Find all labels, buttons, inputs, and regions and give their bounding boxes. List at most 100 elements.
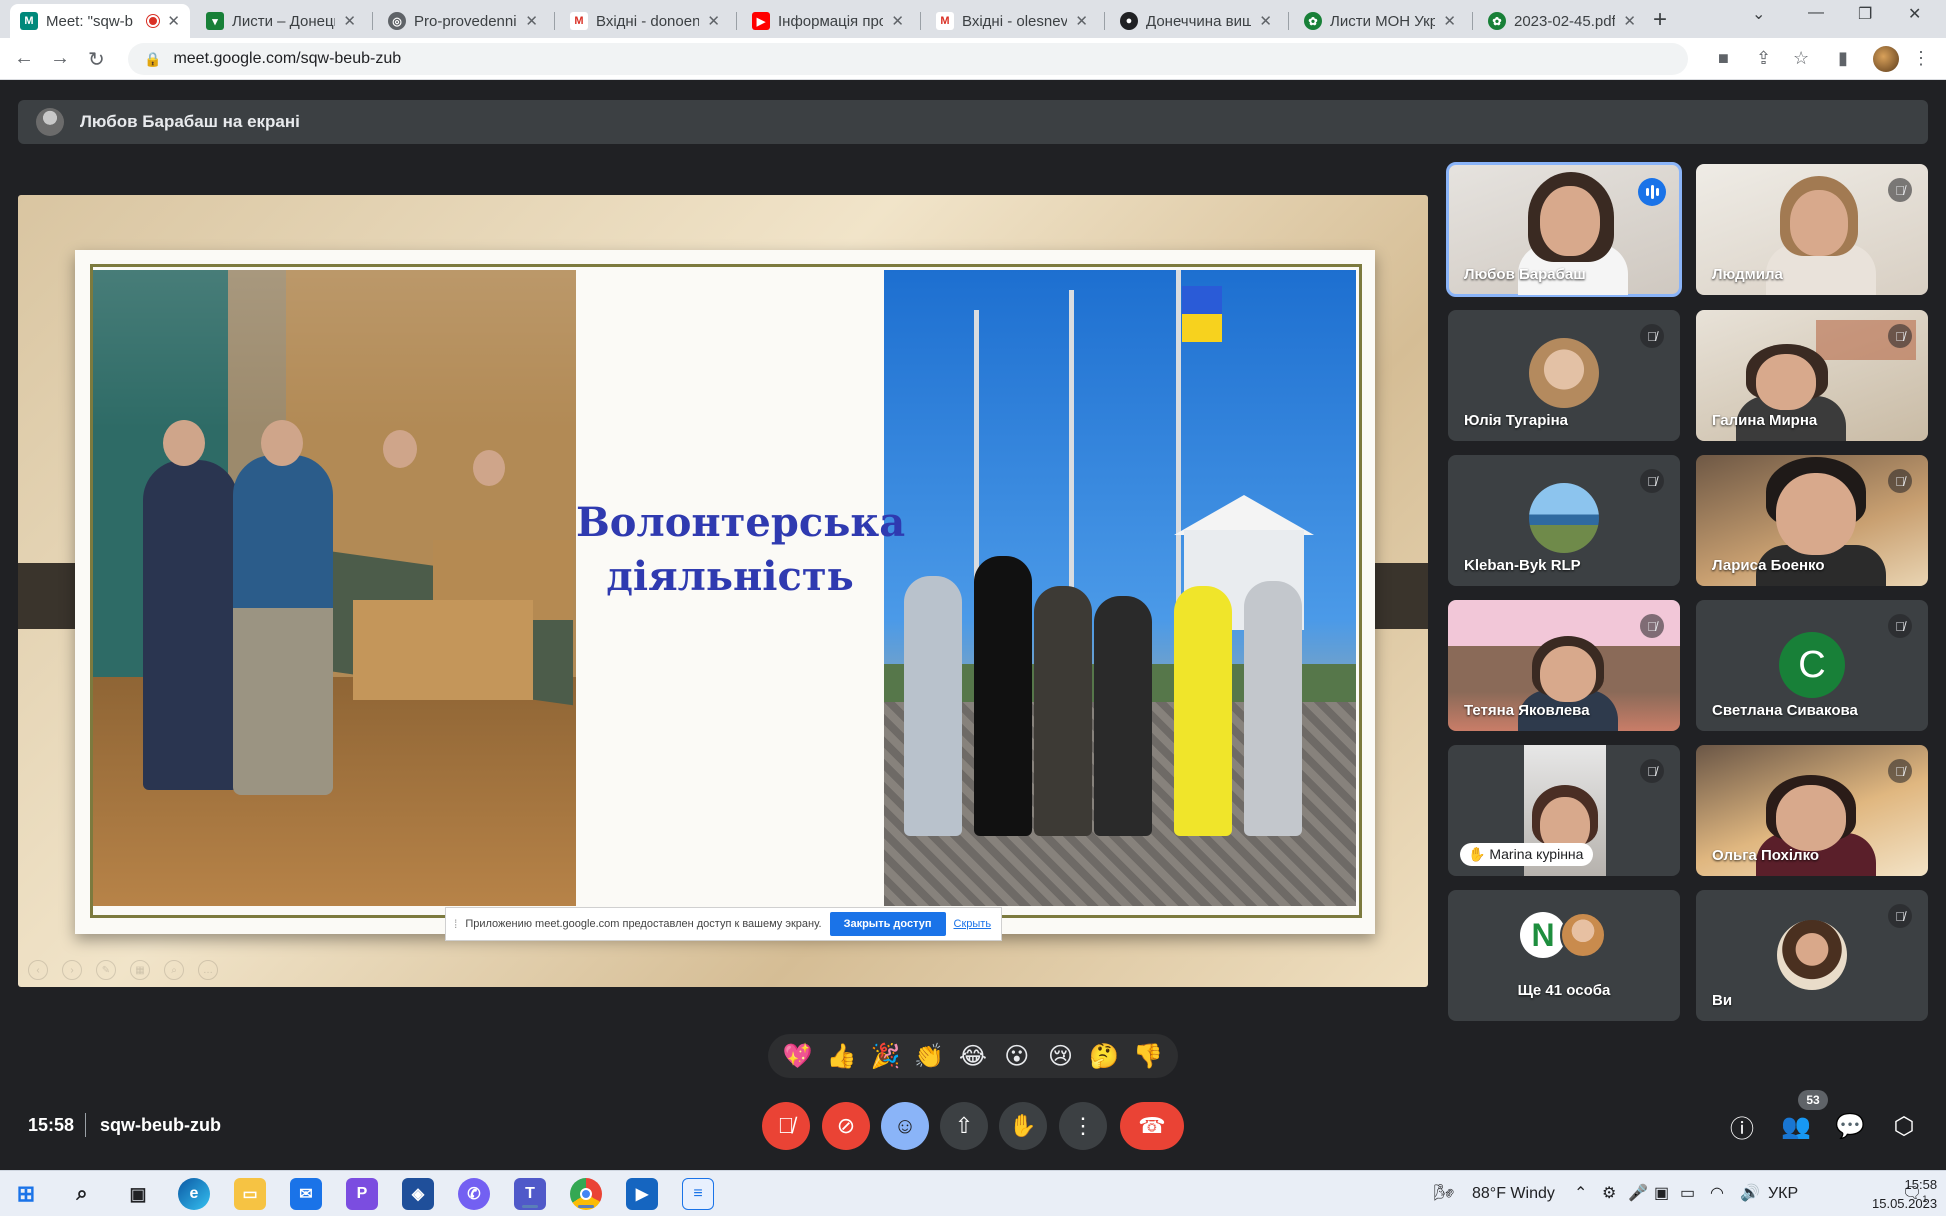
edge-icon[interactable]: e	[178, 1178, 210, 1210]
participant-tile[interactable]: 🎙̸ Людмила	[1696, 164, 1928, 295]
close-icon[interactable]: ✕	[891, 12, 904, 30]
close-icon[interactable]: ✕	[1443, 12, 1456, 30]
weather-icon[interactable]: 🌬	[1434, 1183, 1454, 1203]
tab-gmail-olesnevic[interactable]: M Вхідні - olesnevic ✕	[926, 4, 1098, 38]
viber-icon[interactable]: ✆	[458, 1178, 490, 1210]
participant-tile[interactable]: 🎙̸ Галина Мирна	[1696, 310, 1928, 441]
leave-call-button[interactable]: ☎	[1120, 1102, 1184, 1150]
teams-icon[interactable]: T	[514, 1178, 546, 1210]
next-slide-icon[interactable]: ›	[62, 960, 82, 980]
document-icon[interactable]: ≡	[682, 1178, 714, 1210]
close-window-icon[interactable]: ✕	[1908, 4, 1921, 24]
notifications-icon[interactable]: 🗨1	[1902, 1183, 1927, 1204]
mic-toggle-button[interactable]: 🎙̸	[762, 1102, 810, 1150]
reaction-party[interactable]: 🎉	[865, 1042, 905, 1070]
settings-tray-icon[interactable]: ⚙	[1602, 1183, 1616, 1203]
camera-toggle-button[interactable]: ⊘	[822, 1102, 870, 1150]
reaction-thumbs-down[interactable]: 👎	[1128, 1042, 1168, 1070]
search-icon[interactable]: ⌕	[66, 1178, 98, 1210]
share-icon[interactable]: ⇪	[1756, 48, 1771, 69]
participant-tile[interactable]: 🎙̸ Ольга Похілко	[1696, 745, 1928, 876]
more-options-button[interactable]: ⋮	[1059, 1102, 1107, 1150]
prev-slide-icon[interactable]: ‹	[28, 960, 48, 980]
participant-tile[interactable]: 🎙̸ Kleban-Byk RLP	[1448, 455, 1680, 586]
people-button[interactable]: 👥	[1778, 1108, 1814, 1144]
reaction-heart[interactable]: 💖	[778, 1042, 818, 1070]
mail-icon[interactable]: ✉	[290, 1178, 322, 1210]
tab-donechchyna[interactable]: ● Донеччина вищ ✕	[1110, 4, 1282, 38]
pen-icon[interactable]: ✎	[96, 960, 116, 980]
video-app-icon[interactable]: ▶	[626, 1178, 658, 1210]
reactions-button[interactable]: ☺	[881, 1102, 929, 1150]
reaction-thinking[interactable]: 🤔	[1084, 1042, 1124, 1070]
reaction-surprised[interactable]: 😮	[997, 1042, 1037, 1070]
reaction-laugh[interactable]: 😂	[953, 1042, 993, 1070]
menu-dots-icon[interactable]: ⋮	[1912, 48, 1930, 69]
battery-icon[interactable]: ▭	[1680, 1183, 1695, 1203]
side-panel-icon[interactable]: ▮	[1838, 48, 1848, 69]
url-input[interactable]: 🔒 meet.google.com/sqw-beub-zub	[128, 43, 1688, 75]
tab-gmail-donoenc[interactable]: M Вхідні - donoenc ✕	[560, 4, 730, 38]
file-explorer-icon[interactable]: ▭	[234, 1178, 266, 1210]
chat-button[interactable]: 💬	[1832, 1108, 1868, 1144]
bookmark-star-icon[interactable]: ☆	[1793, 48, 1809, 69]
drag-handle-icon[interactable]: ⁞	[454, 917, 457, 931]
close-icon[interactable]: ✕	[167, 12, 180, 30]
participant-tile[interactable]: 🎙̸ Тетяна Яковлева	[1448, 600, 1680, 731]
present-button[interactable]: ⇧	[940, 1102, 988, 1150]
close-icon[interactable]: ✕	[1623, 12, 1636, 30]
defender-icon[interactable]: ◈	[402, 1178, 434, 1210]
back-icon[interactable]: ←	[14, 47, 34, 70]
tab-pdf[interactable]: ✿ 2023-02-45.pdf ✕	[1478, 4, 1646, 38]
restore-icon[interactable]: ❐	[1858, 4, 1872, 24]
language-indicator[interactable]: УКР	[1768, 1185, 1798, 1203]
participant-name: Лариса Боенко	[1712, 557, 1825, 574]
volume-icon[interactable]: 🔊	[1740, 1183, 1760, 1203]
minimize-icon[interactable]: —	[1808, 4, 1824, 22]
tab-pro-provedennia[interactable]: ◎ Pro-provedennia ✕	[378, 4, 548, 38]
participant-tile[interactable]: 🎙̸ ✋ Маrina курінна	[1448, 745, 1680, 876]
reaction-clap[interactable]: 👏	[909, 1042, 949, 1070]
wifi-icon[interactable]: ◠	[1710, 1183, 1724, 1203]
tab-lysty-donetsk[interactable]: ▾ Листи – Донецьк ✕	[196, 4, 366, 38]
participant-tile[interactable]: 🎙̸ Лариса Боенко	[1696, 455, 1928, 586]
profile-avatar[interactable]	[1873, 46, 1899, 72]
chrome-icon[interactable]	[570, 1178, 602, 1210]
tab-meet[interactable]: M Meet: "sqw-b ✕	[10, 4, 190, 38]
activities-button[interactable]: ⬡	[1886, 1108, 1922, 1144]
camera-icon[interactable]: ■	[1718, 48, 1729, 69]
zoom-icon[interactable]: ⌕	[164, 960, 184, 980]
close-icon[interactable]: ✕	[707, 12, 720, 30]
weather-text[interactable]: 88°F Windy	[1472, 1185, 1555, 1203]
tab-search-icon[interactable]: ⌄	[1752, 4, 1765, 24]
microphone-icon[interactable]: 🎤	[1628, 1183, 1648, 1203]
raise-hand-button[interactable]: ✋	[999, 1102, 1047, 1150]
chevron-up-icon[interactable]: ⌃	[1574, 1183, 1587, 1203]
participant-tile[interactable]: N Ще 41 особа	[1448, 890, 1680, 1021]
task-view-icon[interactable]: ▣	[122, 1178, 154, 1210]
lock-icon[interactable]: 🔒	[144, 51, 161, 68]
app-p-icon[interactable]: P	[346, 1178, 378, 1210]
close-icon[interactable]: ✕	[1075, 12, 1088, 30]
windows-start-icon[interactable]: ⊞	[10, 1178, 42, 1210]
participant-tile[interactable]: 🎙̸ Юлія Тугаріна	[1448, 310, 1680, 441]
participant-tile[interactable]: Любов Барабаш	[1446, 162, 1682, 297]
participant-tile-self[interactable]: 🎙̸ Ви	[1696, 890, 1928, 1021]
reload-icon[interactable]: ↻	[88, 47, 105, 72]
new-tab-icon[interactable]: +	[1653, 6, 1667, 34]
reaction-sad[interactable]: 😢	[1040, 1042, 1080, 1070]
close-icon[interactable]: ✕	[525, 12, 538, 30]
stop-sharing-button[interactable]: Закрыть доступ	[829, 912, 946, 936]
reaction-thumbs-up[interactable]: 👍	[822, 1042, 862, 1070]
hide-notice-link[interactable]: Скрыть	[954, 918, 992, 930]
tab-lysty-mon[interactable]: ✿ Листи МОН Укра ✕	[1294, 4, 1466, 38]
meeting-details-button[interactable]: ⓘ	[1724, 1108, 1760, 1144]
more-icon[interactable]: …	[198, 960, 218, 980]
tab-youtube-info[interactable]: ▶ Інформація про ✕	[742, 4, 914, 38]
forward-icon[interactable]: →	[50, 47, 70, 70]
participant-tile[interactable]: С 🎙̸ Светлана Сивакова	[1696, 600, 1928, 731]
close-icon[interactable]: ✕	[1259, 12, 1272, 30]
close-icon[interactable]: ✕	[343, 12, 356, 30]
camera-tray-icon[interactable]: ▣	[1654, 1183, 1669, 1203]
grid-icon[interactable]: ▦	[130, 960, 150, 980]
